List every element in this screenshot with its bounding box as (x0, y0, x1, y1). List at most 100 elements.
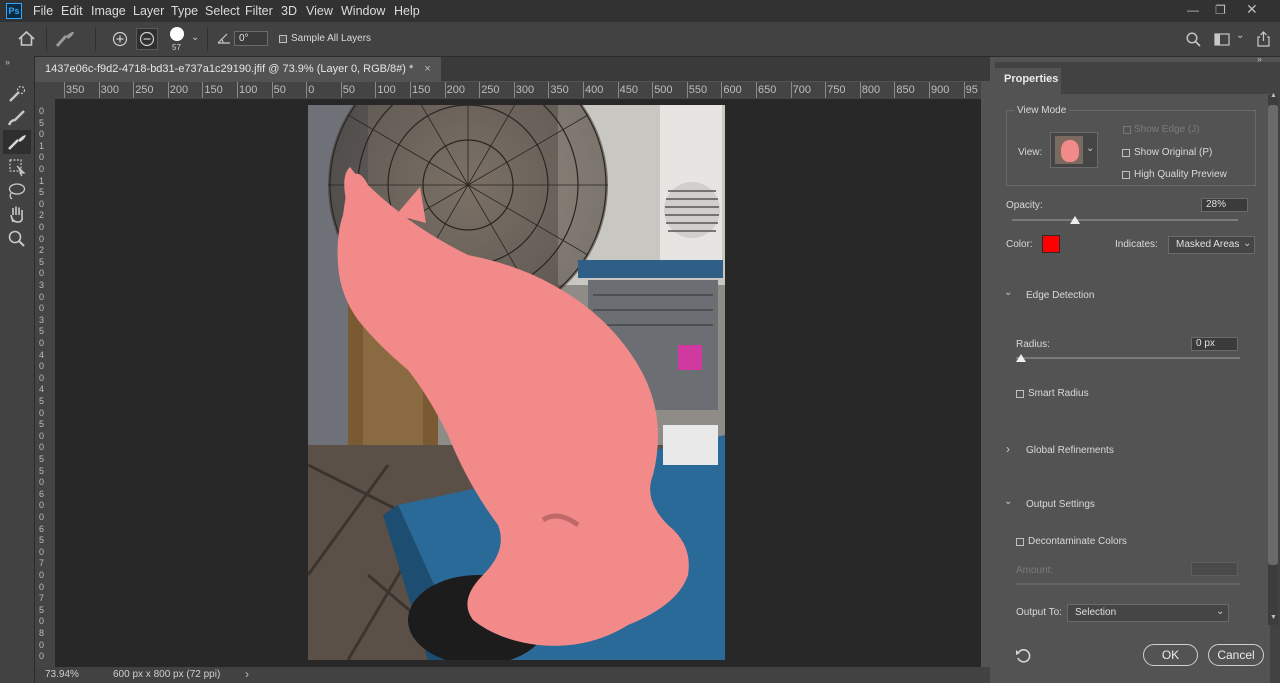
global-refinements-heading[interactable]: Global Refinements (1026, 445, 1114, 456)
collapse-panel-icon[interactable]: » (1257, 54, 1262, 64)
vertical-ruler-label: 5 (39, 187, 45, 198)
overlay-color-swatch[interactable] (1042, 235, 1060, 253)
edge-detection-expand-icon[interactable]: ⌄ (1004, 287, 1012, 298)
smart-radius-checkbox[interactable] (1016, 390, 1024, 398)
output-to-dropdown[interactable]: Selection ⌄ (1067, 604, 1229, 622)
indicates-dropdown[interactable]: Masked Areas ⌄ (1168, 236, 1255, 254)
vertical-ruler-label: 5 (39, 454, 45, 464)
horizontal-ruler[interactable]: 350 300 250 200 150 100 50 0 50 100 150 200 250 300 35… (55, 82, 981, 100)
opacity-input[interactable]: 28% (1201, 198, 1248, 212)
lasso-tool-icon[interactable] (6, 181, 28, 201)
home-icon[interactable] (18, 31, 35, 46)
quick-selection-tool-icon[interactable] (6, 84, 28, 104)
menu-filter[interactable]: Filter (245, 4, 273, 18)
refine-edge-tool-active[interactable] (3, 130, 31, 154)
menu-3d[interactable]: 3D (281, 4, 297, 18)
amount-slider-track[interactable] (1016, 583, 1240, 585)
reset-icon[interactable] (1015, 648, 1031, 664)
show-edge-checkbox[interactable] (1123, 126, 1131, 134)
horizontal-ruler-tick (410, 82, 411, 98)
output-settings-heading[interactable]: Output Settings (1026, 499, 1095, 510)
menu-window[interactable]: Window (341, 4, 385, 18)
horizontal-ruler-label: 100 (377, 84, 396, 96)
brush-tool-icon[interactable] (6, 108, 28, 128)
workspace-icon[interactable] (1214, 33, 1230, 46)
horizontal-ruler-label: 750 (827, 84, 846, 96)
restore-icon[interactable]: ❐ (1215, 3, 1226, 17)
vertical-ruler-label: 0 (39, 546, 45, 557)
horizontal-ruler-tick (617, 82, 619, 98)
horizontal-ruler-tick (790, 82, 792, 98)
close-window-icon[interactable]: ✕ (1246, 1, 1258, 18)
decontaminate-colors-checkbox[interactable] (1016, 538, 1024, 546)
angle-input[interactable]: 0° (234, 31, 268, 46)
horizontal-ruler-tick (64, 82, 65, 98)
ok-button[interactable]: OK (1143, 644, 1198, 666)
menu-image[interactable]: Image (91, 4, 126, 18)
search-icon[interactable] (1186, 32, 1201, 47)
add-to-selection-icon[interactable] (112, 31, 128, 47)
vertical-ruler-label: 3 (39, 314, 45, 325)
opacity-slider-thumb[interactable] (1070, 216, 1081, 224)
refine-brush-tool-icon[interactable] (54, 29, 76, 49)
horizontal-ruler-tick (133, 82, 135, 98)
indicates-label: Indicates: (1115, 239, 1158, 250)
status-bar: 73.94% 600 px x 800 px (72 ppi) › (35, 667, 990, 683)
panel-scrollbar-thumb[interactable] (1268, 105, 1278, 565)
scroll-down-icon[interactable]: ▼ (1270, 614, 1277, 621)
vertical-ruler-label: 3 (39, 280, 45, 290)
opacity-slider-track[interactable] (1012, 219, 1238, 221)
view-mode-dropdown[interactable]: ⌄ (1050, 132, 1098, 168)
horizontal-ruler-tick (548, 82, 550, 98)
zoom-tool-icon[interactable] (6, 229, 28, 249)
high-quality-preview-checkbox[interactable] (1122, 171, 1130, 179)
vertical-ruler-label: 0 (39, 430, 45, 441)
amount-input[interactable] (1191, 562, 1238, 576)
menu-file[interactable]: File (33, 4, 53, 18)
cancel-button[interactable]: Cancel (1208, 644, 1264, 666)
radius-input[interactable]: 0 px (1191, 337, 1238, 351)
vertical-ruler-label: 0 (39, 512, 45, 522)
horizontal-ruler-label: 95 (965, 84, 978, 96)
sample-all-layers-checkbox[interactable] (279, 35, 287, 43)
global-refinements-expand-icon[interactable]: › (1006, 442, 1010, 456)
brush-preview-icon[interactable] (170, 27, 184, 41)
high-quality-preview-label: High Quality Preview (1134, 169, 1227, 180)
radius-slider-track[interactable] (1016, 357, 1240, 359)
radius-slider-thumb[interactable] (1016, 354, 1026, 362)
horizontal-ruler-label: 50 (273, 84, 286, 96)
zoom-level[interactable]: 73.94% (45, 669, 79, 680)
minimize-icon[interactable]: — (1187, 3, 1199, 17)
show-original-checkbox[interactable] (1122, 149, 1130, 157)
menu-help[interactable]: Help (394, 4, 420, 18)
scroll-up-icon[interactable]: ▲ (1270, 92, 1277, 99)
ruler-origin[interactable] (35, 82, 55, 99)
menu-select[interactable]: Select (205, 4, 240, 18)
view-mode-heading: View Mode (1014, 105, 1070, 116)
status-menu-chevron-icon[interactable]: › (245, 667, 249, 681)
close-tab-icon[interactable]: × (424, 63, 430, 75)
document-tab[interactable]: 1437e06c-f9d2-4718-bd31-e737a1c29190.jfi… (35, 57, 441, 81)
properties-tab[interactable]: Properties (995, 68, 1061, 94)
output-settings-expand-icon[interactable]: ⌄ (1004, 496, 1012, 507)
vertical-ruler[interactable]: 0501001502002503003504004505005506006507… (35, 99, 56, 667)
vertical-ruler-label: 0 (39, 616, 45, 627)
photoshop-logo-icon[interactable]: Ps (6, 3, 22, 19)
canvas-image[interactable] (308, 105, 725, 660)
horizontal-ruler-tick (686, 82, 688, 98)
menu-view[interactable]: View (306, 4, 333, 18)
workspace-chevron-icon[interactable]: ⌄ (1236, 30, 1244, 41)
vertical-ruler-label: 0 (39, 129, 45, 140)
object-selection-tool-icon[interactable] (6, 157, 28, 177)
brush-picker-chevron-icon[interactable]: ⌄ (191, 32, 199, 43)
vertical-ruler-label: 0 (39, 372, 45, 383)
subtract-from-selection-button[interactable] (136, 28, 158, 50)
share-icon[interactable] (1256, 31, 1271, 47)
menu-type[interactable]: Type (171, 4, 198, 18)
vertical-ruler-label: 0 (39, 338, 45, 348)
menu-layer[interactable]: Layer (133, 4, 164, 18)
edge-detection-heading[interactable]: Edge Detection (1026, 290, 1094, 301)
hand-tool-icon[interactable] (6, 204, 28, 224)
menu-edit[interactable]: Edit (61, 4, 83, 18)
collapse-tools-icon[interactable]: » (5, 57, 10, 67)
